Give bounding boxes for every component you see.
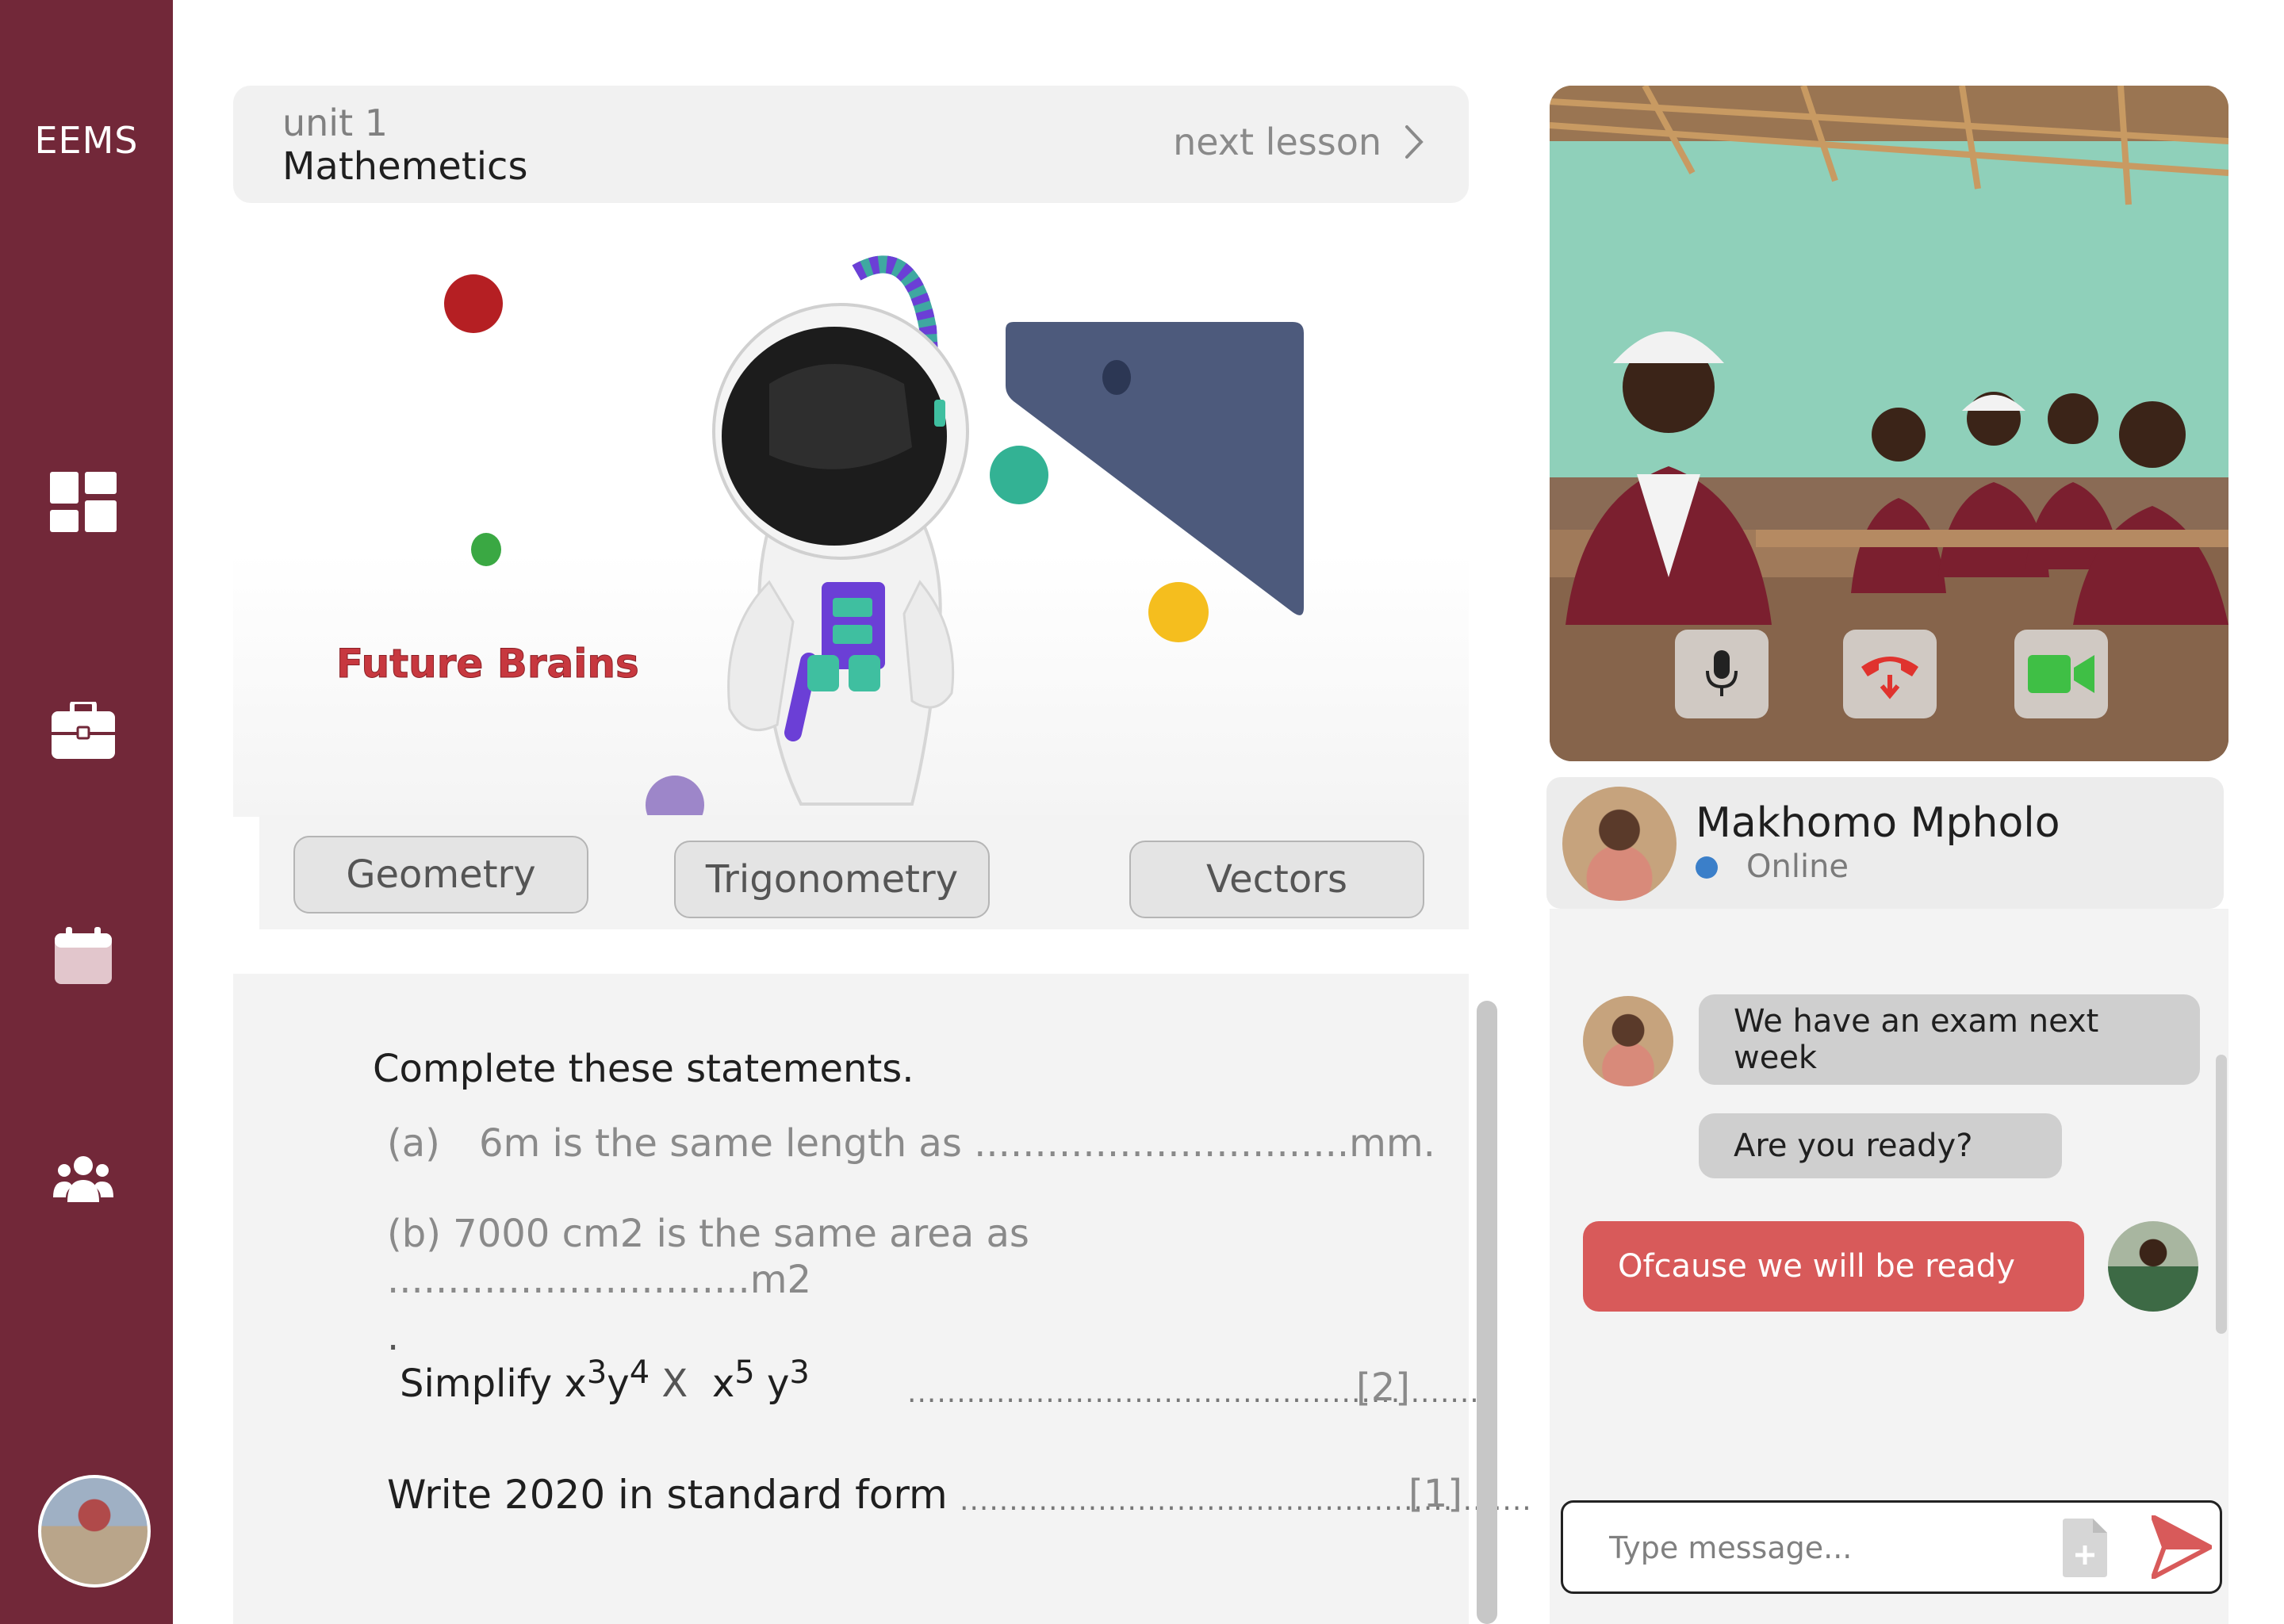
question-b-text: (b) 7000 cm2 is the same area as <box>387 1212 1029 1256</box>
exercise-scrollbar[interactable] <box>1477 1001 1497 1624</box>
contact-name: Makhomo Mpholo <box>1696 799 2060 847</box>
microphone-button[interactable] <box>1675 630 1769 718</box>
astronaut-illustration <box>712 255 969 806</box>
chat-message-in: We have an exam next week <box>1699 994 2200 1085</box>
microphone-icon <box>1706 650 1738 696</box>
brand-logo: EEMS <box>34 119 139 162</box>
my-avatar[interactable] <box>2108 1221 2198 1312</box>
unit-label: unit 1 <box>282 102 389 144</box>
simplify-term: x <box>711 1362 735 1406</box>
attach-file-icon[interactable] <box>2063 1519 2107 1577</box>
question-b-answer-line: ..............................m2 <box>387 1258 812 1302</box>
chevron-right-icon <box>1405 125 1424 159</box>
simplify-term: 5 <box>734 1354 755 1391</box>
chat-scrollbar[interactable] <box>2216 1055 2227 1334</box>
times-sign: X <box>661 1362 688 1406</box>
question-a-label: (a) <box>387 1121 440 1166</box>
flag-shape <box>1006 322 1304 615</box>
message-composer <box>1561 1500 2222 1594</box>
lesson-header: unit 1 Mathemetics next lesson <box>233 86 1469 203</box>
chat-message-out: Ofcause we will be ready <box>1583 1221 2084 1312</box>
simplify-term: y <box>607 1362 630 1406</box>
next-lesson-button[interactable]: next lesson <box>1173 121 1424 163</box>
simplify-question: Simplify x3y4 X x5 y3 <box>400 1354 810 1406</box>
tab-vectors[interactable]: Vectors <box>1129 841 1424 918</box>
red-dot <box>444 274 503 333</box>
exercise-title: Complete these statements. <box>373 1047 914 1091</box>
hang-up-button[interactable] <box>1843 630 1937 718</box>
tab-trigonometry[interactable]: Trigonometry <box>674 841 990 918</box>
video-feed <box>1550 86 2228 761</box>
contact-header: Makhomo Mpholo Online <box>1546 777 2224 909</box>
tab-geometry[interactable]: Geometry <box>293 836 588 914</box>
hero-illustration: Future Brains <box>233 230 1469 817</box>
contact-status: Online <box>1746 848 1849 885</box>
simplify-prefix: Simplify <box>400 1362 553 1406</box>
standard-form-question: Write 2020 in standard form <box>387 1472 948 1518</box>
marks-label: [2] <box>1356 1365 1410 1410</box>
next-lesson-label: next lesson <box>1173 121 1382 163</box>
simplify-term: y <box>766 1362 790 1406</box>
simplify-term: x <box>564 1362 587 1406</box>
users-icon[interactable] <box>48 1143 119 1215</box>
sidebar: EEMS <box>0 0 173 1624</box>
message-input[interactable] <box>1608 1523 2055 1572</box>
briefcase-icon[interactable] <box>48 695 119 766</box>
subject-title: Mathemetics <box>282 144 528 189</box>
marks-label: [1] <box>1408 1472 1462 1516</box>
simplify-term: 3 <box>586 1354 607 1391</box>
question-a-text: 6m is the same length as ...............… <box>479 1121 1435 1166</box>
stray-dot: . <box>387 1315 400 1359</box>
send-icon[interactable] <box>2152 1515 2212 1579</box>
simplify-term: 4 <box>629 1354 650 1391</box>
user-avatar[interactable] <box>38 1475 151 1588</box>
online-status-dot <box>1696 856 1718 879</box>
video-toggle-button[interactable] <box>2014 630 2108 718</box>
dashboard-icon[interactable] <box>48 466 119 538</box>
contact-avatar[interactable] <box>1562 787 1677 901</box>
green-dot <box>471 533 501 566</box>
future-brains-caption: Future Brains <box>336 641 640 688</box>
exercise-panel: Complete these statements. (a) 6m is the… <box>233 974 1531 1624</box>
simplify-term: 3 <box>789 1354 810 1391</box>
sender-avatar[interactable] <box>1583 996 1673 1086</box>
hang-up-icon <box>1861 657 1918 699</box>
calendar-icon[interactable] <box>48 920 119 991</box>
chat-message-in: Are you ready? <box>1699 1113 2062 1178</box>
video-camera-icon <box>2028 655 2094 693</box>
